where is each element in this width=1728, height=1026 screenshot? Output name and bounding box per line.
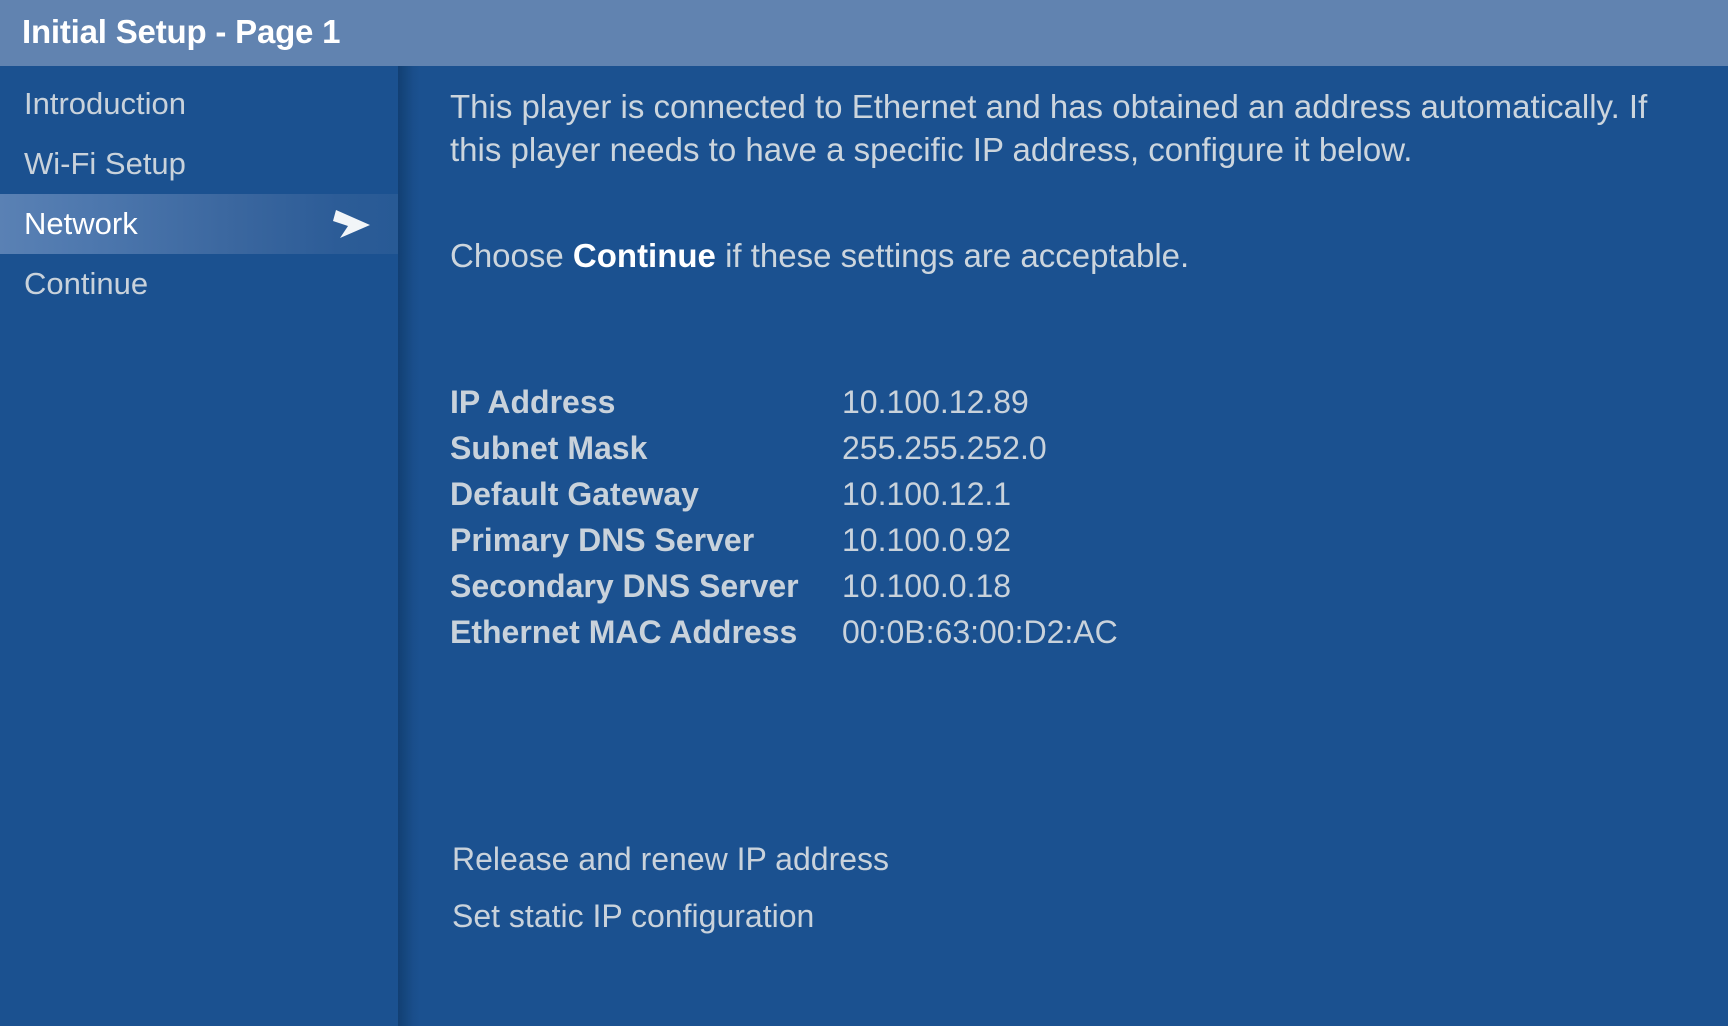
page-title: Initial Setup - Page 1 [22, 13, 341, 51]
title-bar: Initial Setup - Page 1 [0, 0, 1728, 66]
sidebar-item-label: Network [24, 206, 138, 241]
info-label: Subnet Mask [450, 430, 648, 466]
info-value: 00:0B:63:00:D2:AC [842, 614, 1118, 650]
action-set-static-ip[interactable]: Set static IP configuration [452, 888, 889, 945]
info-label: Default Gateway [450, 476, 699, 512]
sidebar-item-network[interactable]: Network [0, 194, 398, 254]
choose-prefix-text: Choose [450, 237, 573, 274]
sidebar-item-label: Wi-Fi Setup [24, 146, 186, 181]
info-label: Secondary DNS Server [450, 568, 799, 604]
main-content: This player is connected to Ethernet and… [420, 66, 1728, 1026]
action-label: Set static IP configuration [452, 898, 815, 934]
action-release-renew-ip[interactable]: Release and renew IP address [452, 831, 889, 888]
choose-paragraph: Choose Continue if these settings are ac… [450, 234, 1650, 277]
sidebar-item-label: Introduction [24, 86, 186, 121]
info-value: 10.100.12.89 [842, 384, 1029, 420]
network-info-table: IP Address 10.100.12.89 Subnet Mask 255.… [450, 379, 1118, 655]
action-label: Release and renew IP address [452, 841, 890, 877]
table-row: IP Address 10.100.12.89 [450, 379, 1118, 425]
table-row: Default Gateway 10.100.12.1 [450, 471, 1118, 517]
sidebar-item-label: Continue [24, 266, 149, 301]
action-list: Release and renew IP address Set static … [452, 831, 889, 945]
sidebar-content-divider [398, 66, 420, 1026]
info-label: Primary DNS Server [450, 522, 755, 558]
sidebar-item-continue[interactable]: Continue [0, 254, 398, 314]
info-value: 255.255.252.0 [842, 430, 1047, 466]
sidebar-top-spacer [0, 66, 398, 74]
table-row: Subnet Mask 255.255.252.0 [450, 425, 1118, 471]
choose-emphasis-text: Continue [572, 237, 716, 274]
table-row: Ethernet MAC Address 00:0B:63:00:D2:AC [450, 609, 1118, 655]
info-label: Ethernet MAC Address [450, 614, 798, 650]
sidebar-item-introduction[interactable]: Introduction [0, 74, 398, 134]
table-row: Secondary DNS Server 10.100.0.18 [450, 563, 1118, 609]
info-value: 10.100.0.92 [842, 522, 1012, 558]
info-value: 10.100.0.18 [842, 568, 1012, 604]
info-label: IP Address [450, 384, 616, 420]
setup-screen: Initial Setup - Page 1 Introduction Wi-F… [0, 0, 1728, 1026]
sidebar-item-wifi-setup[interactable]: Wi-Fi Setup [0, 134, 398, 194]
intro-paragraph: This player is connected to Ethernet and… [450, 88, 1648, 168]
sidebar-nav: Introduction Wi-Fi Setup Network Continu… [0, 66, 398, 1026]
arrow-right-icon [330, 208, 372, 240]
info-value: 10.100.12.1 [842, 476, 1012, 512]
choose-suffix-text: if these settings are acceptable. [715, 237, 1190, 274]
table-row: Primary DNS Server 10.100.0.92 [450, 517, 1118, 563]
